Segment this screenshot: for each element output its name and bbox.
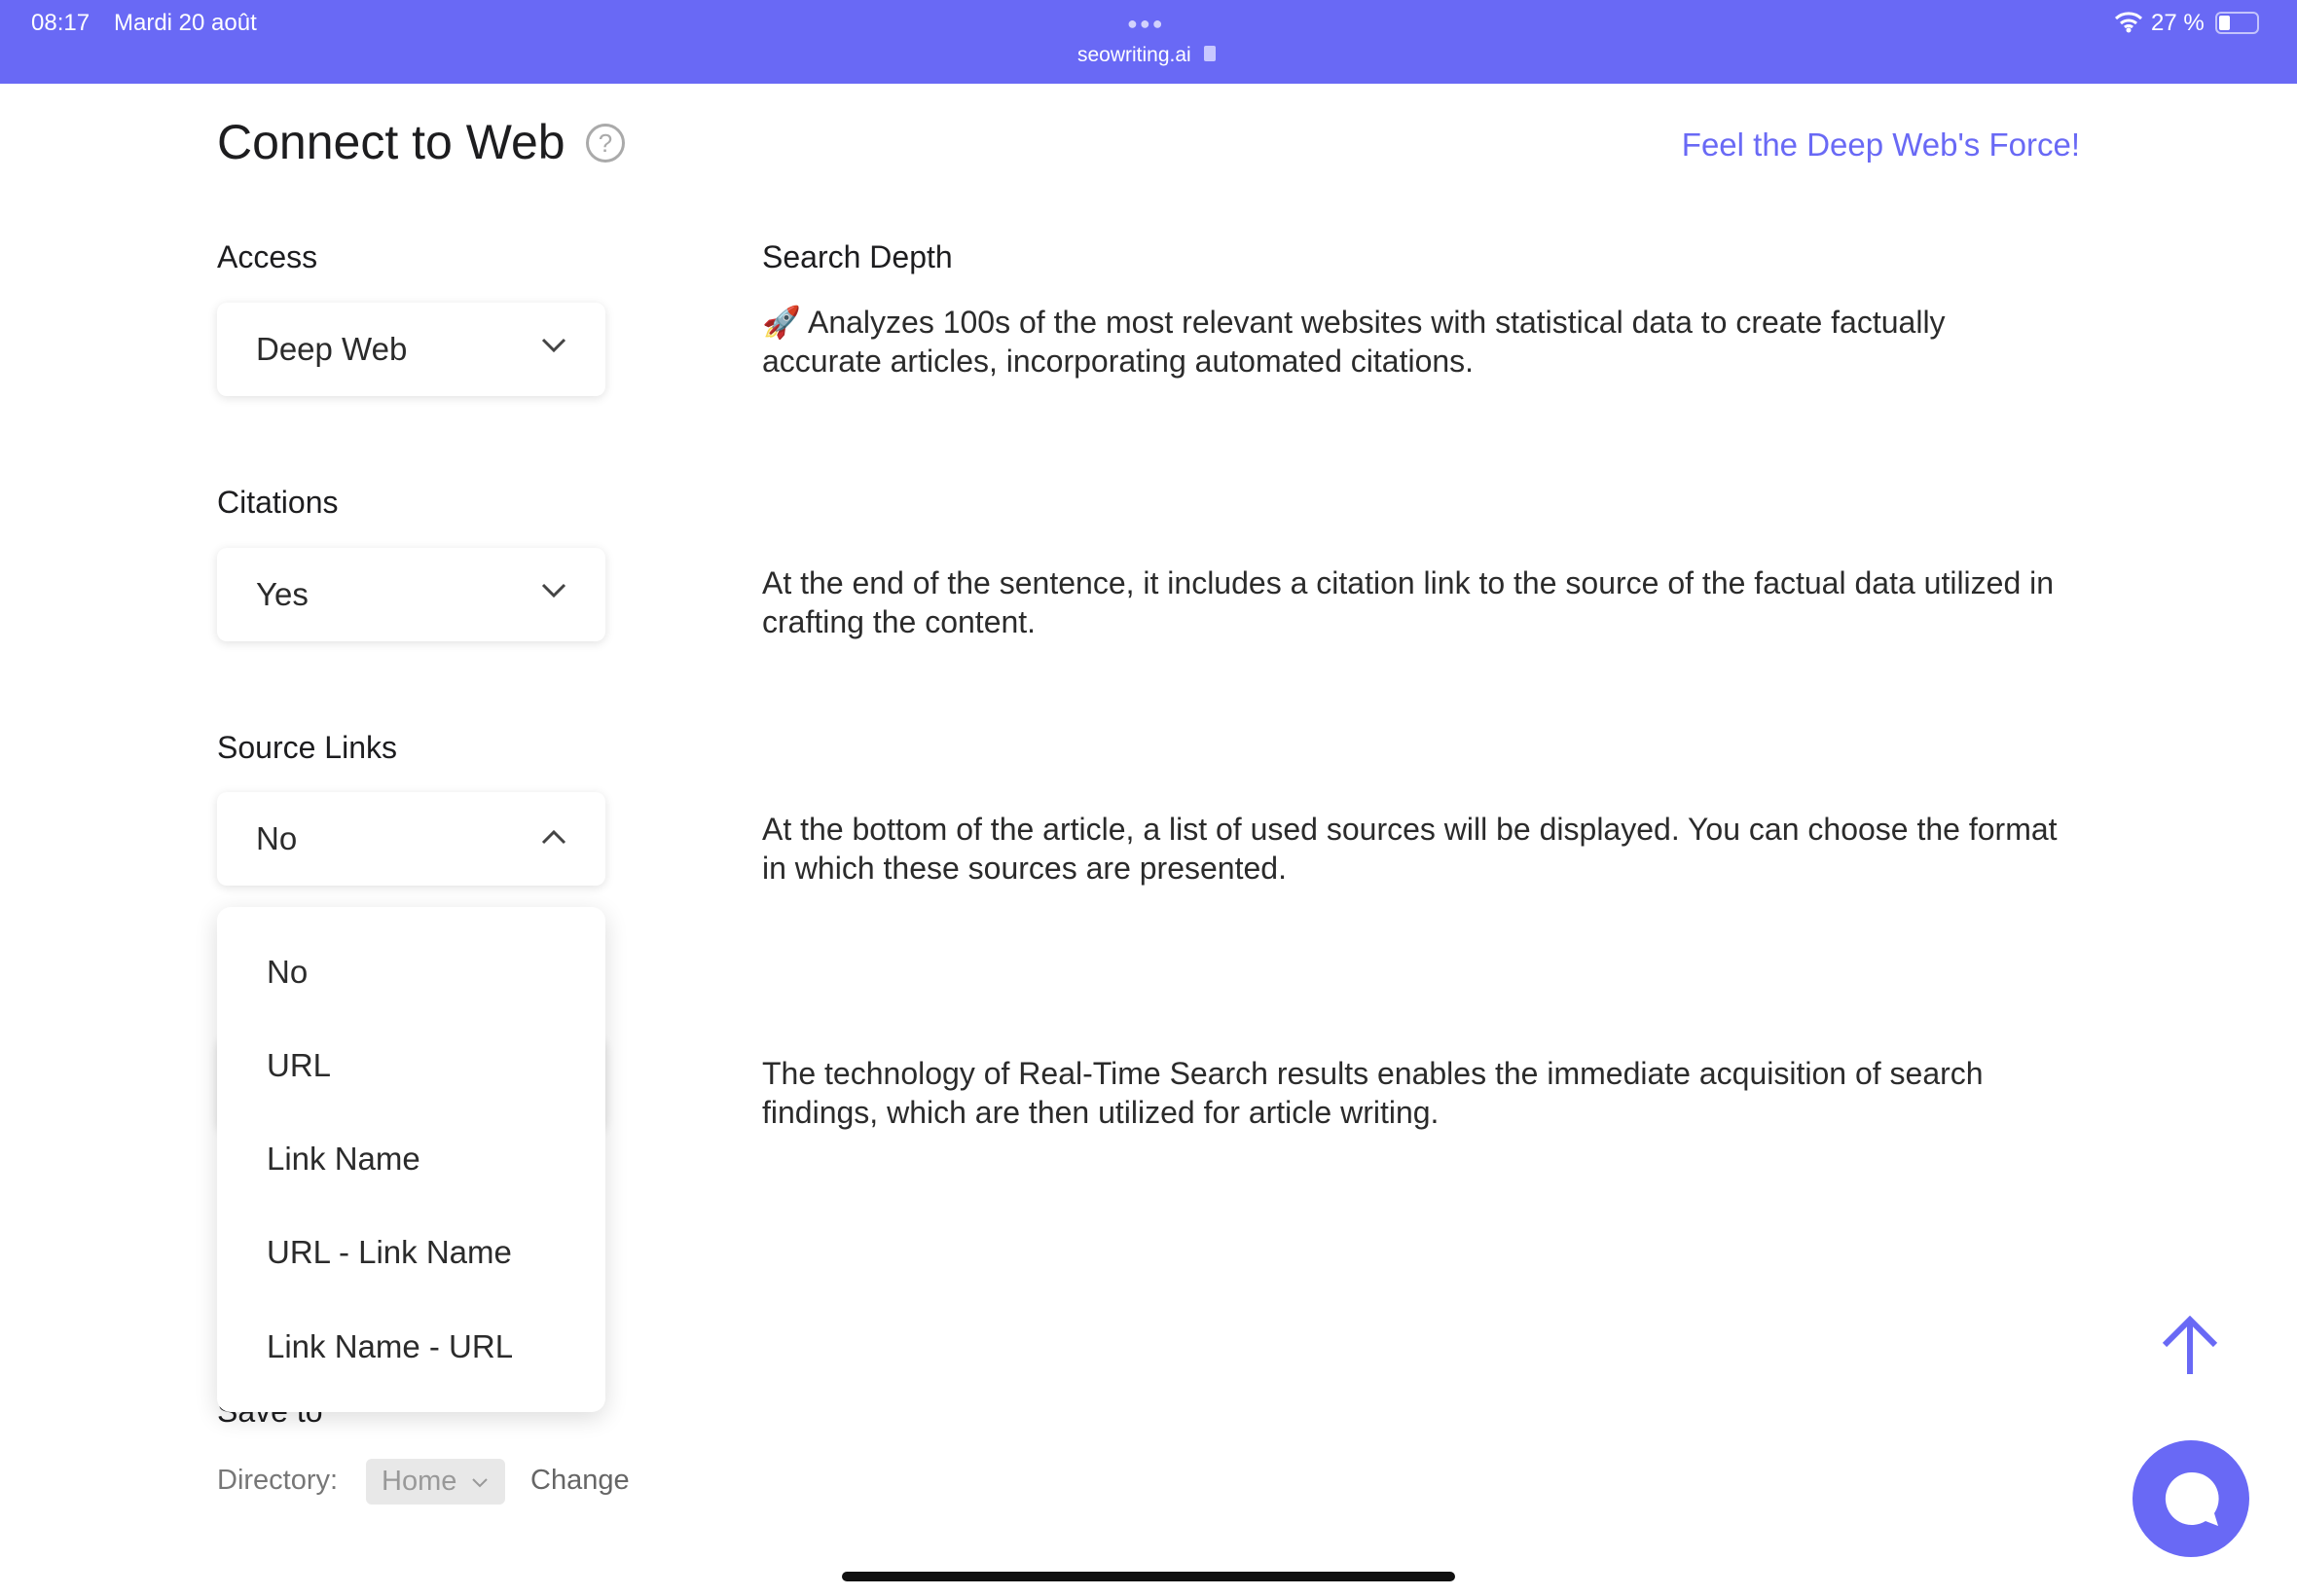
- chevron-down-icon: [541, 583, 566, 598]
- citations-description: At the end of the sentence, it includes …: [762, 565, 2055, 639]
- search-depth-label: Search Depth: [762, 239, 953, 274]
- citations-value: Yes: [256, 576, 309, 612]
- chevron-down-icon: [541, 338, 566, 353]
- source-links-select[interactable]: No: [217, 792, 605, 886]
- wifi-icon: [2114, 10, 2143, 40]
- source-links-label: Source Links: [217, 730, 397, 765]
- source-links-dropdown-menu: No URL Link Name URL - Link Name Link Na…: [217, 907, 605, 1412]
- more-dots-icon[interactable]: ●●●: [1127, 14, 1165, 34]
- option-url-link-name[interactable]: URL - Link Name: [267, 1234, 512, 1271]
- scroll-to-top-button[interactable]: [2161, 1315, 2219, 1381]
- url-label[interactable]: seowriting.ai: [1077, 44, 1191, 67]
- option-no[interactable]: No: [267, 954, 308, 991]
- page-title: Connect to Web: [217, 115, 565, 169]
- option-link-name[interactable]: Link Name: [267, 1141, 420, 1178]
- citations-label: Citations: [217, 485, 339, 520]
- change-directory-button[interactable]: Change: [530, 1465, 630, 1497]
- chevron-down-icon: [472, 1478, 488, 1488]
- realtime-description: The technology of Real-Time Search resul…: [762, 1056, 1984, 1130]
- directory-label: Directory:: [217, 1465, 339, 1496]
- status-date: Mardi 20 août: [114, 10, 257, 36]
- search-depth-description: 🚀 Analyzes 100s of the most relevant web…: [762, 305, 1946, 379]
- help-icon[interactable]: ?: [586, 124, 625, 163]
- status-time: 08:17: [31, 10, 91, 36]
- source-links-description: At the bottom of the article, a list of …: [762, 812, 2058, 886]
- status-bar: 08:17 Mardi 20 août ●●● seowriting.ai 27…: [0, 0, 2297, 84]
- citations-select[interactable]: Yes: [217, 548, 605, 641]
- battery-percent: 27 %: [2151, 10, 2205, 36]
- access-select[interactable]: Deep Web: [217, 303, 605, 396]
- option-url[interactable]: URL: [267, 1047, 331, 1084]
- lock-icon: [1204, 46, 1216, 61]
- promo-link[interactable]: Feel the Deep Web's Force!: [1682, 127, 2080, 163]
- arrow-up-icon: [2162, 1315, 2218, 1374]
- directory-value: Home: [382, 1466, 457, 1497]
- battery-icon: [2215, 12, 2259, 34]
- option-link-name-url[interactable]: Link Name - URL: [267, 1328, 513, 1365]
- chat-button[interactable]: [2133, 1440, 2249, 1557]
- home-indicator: [842, 1572, 1455, 1581]
- source-links-value: No: [256, 820, 298, 856]
- access-label: Access: [217, 239, 318, 274]
- chat-bubble-icon: [2165, 1471, 2219, 1526]
- access-value: Deep Web: [256, 331, 408, 367]
- chevron-up-icon: [541, 829, 566, 845]
- directory-select[interactable]: Home: [366, 1459, 505, 1505]
